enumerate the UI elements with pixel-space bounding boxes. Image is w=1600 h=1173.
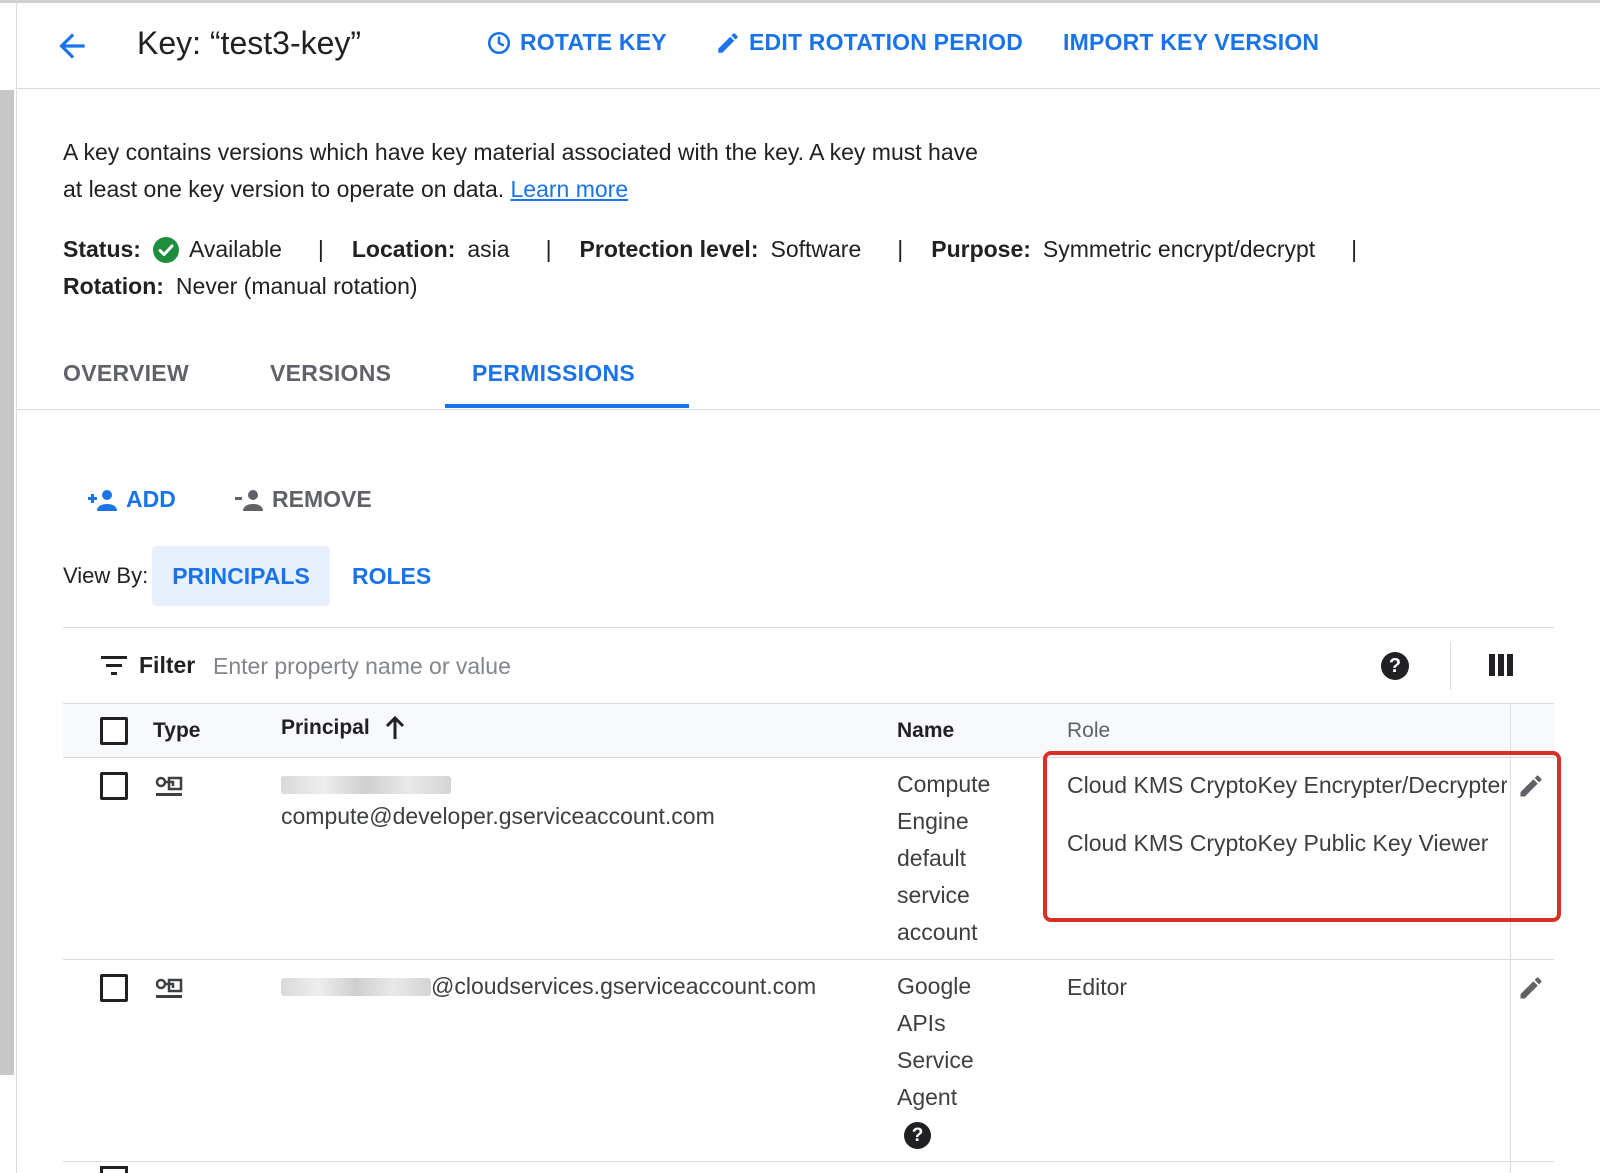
service-account-icon [155,978,183,998]
name-line: default [897,845,967,871]
principal-header-label: Principal [281,716,370,739]
filter-icon[interactable] [101,656,127,676]
separator: | [317,236,324,262]
rotate-key-label: ROTATE KEY [520,29,667,55]
separator: | [897,236,904,262]
location-label: Location: [351,236,456,262]
principal-name: Google APIs Service Agent [897,968,1037,1116]
redacted-principal-id [281,977,431,996]
select-all-checkbox[interactable] [100,717,128,745]
status-label: Status: [63,236,141,262]
column-header-role[interactable]: Role [1067,719,1110,743]
help-icon[interactable]: ? [904,1122,931,1149]
column-display-icon[interactable] [1489,654,1513,676]
tab-versions[interactable]: VERSIONS [270,360,391,387]
left-edge-divider [16,0,17,1173]
purpose-label: Purpose: [931,236,1031,262]
toolbar-divider [1450,642,1451,690]
protection-level-label: Protection level: [579,236,759,262]
help-icon[interactable]: ? [1381,652,1409,680]
pencil-icon [718,32,738,53]
add-label: ADD [126,486,176,512]
column-header-name[interactable]: Name [897,719,954,743]
tab-overview[interactable]: OVERVIEW [63,360,189,387]
left-nav-scrollbar[interactable] [0,90,14,1075]
name-line: Agent [897,1084,958,1110]
name-line: account [897,919,978,945]
key-description: A key contains versions which have key m… [63,134,983,208]
remove-principal-button[interactable]: REMOVE [234,486,372,513]
filter-label: Filter [139,652,196,678]
view-by-label: View By: [63,563,149,588]
status-value: Available [188,236,282,262]
rotation-value: Never (manual rotation) [175,273,418,299]
rotation-metadata: Rotation: Never (manual rotation) [63,273,418,300]
rotation-label: Rotation: [63,273,164,299]
separator: | [1351,236,1358,262]
redacted-principal-id [281,776,451,794]
row-checkbox[interactable] [100,772,128,800]
name-line: APIs [897,1010,946,1036]
name-line: Engine [897,808,969,834]
principal-email: @cloudservices.gserviceaccount.com [431,973,817,999]
history-clock-icon [487,31,511,54]
rotate-key-button[interactable]: ROTATE KEY [486,29,667,56]
import-key-version-button[interactable]: IMPORT KEY VERSION [1063,29,1319,56]
sort-ascending-arrow-icon[interactable] [384,716,406,740]
add-principal-button[interactable]: ADD [86,486,176,513]
filter-bar: Filter ? [63,628,1554,704]
edit-rotation-period-button[interactable]: EDIT ROTATION PERIOD [715,29,1023,56]
page-header: Key: “test3-key” ROTATE KEY EDIT ROTATIO… [17,3,1600,89]
row-checkbox[interactable] [100,974,128,1002]
purpose-value: Symmetric encrypt/decrypt [1042,236,1316,262]
view-by-principals-button[interactable]: PRINCIPALS [152,546,330,606]
remove-label: REMOVE [272,486,372,512]
key-metadata: Status: Available | Location: asia | Pro… [63,236,1385,263]
location-value: asia [467,236,510,262]
back-arrow-icon[interactable] [53,27,91,65]
import-key-version-label: IMPORT KEY VERSION [1063,29,1320,55]
edit-pencil-icon[interactable] [1517,974,1545,1002]
separator: | [545,236,552,262]
table-header-row: Type Principal Name Role [63,704,1554,758]
row-checkbox[interactable] [100,1166,128,1173]
tab-permissions[interactable]: PERMISSIONS [472,360,635,387]
filter-input[interactable] [213,646,1213,686]
service-account-icon [155,776,183,796]
active-tab-indicator [445,404,689,408]
role-entry: Editor [1067,974,1128,1000]
name-line: Compute [897,771,991,797]
check-circle-icon [152,236,179,263]
roles-highlight-box [1043,751,1561,922]
name-line: Google [897,973,972,999]
protection-level-value: Software [770,236,862,262]
column-header-principal[interactable]: Principal [281,716,406,740]
name-line: service [897,882,970,908]
remove-person-icon [235,489,263,511]
name-line: Service [897,1047,974,1073]
add-person-icon [88,489,117,511]
principal-name: Compute Engine default service account [897,766,1037,951]
learn-more-link[interactable]: Learn more [511,176,629,202]
edit-rotation-period-label: EDIT ROTATION PERIOD [749,29,1024,55]
tab-bar: OVERVIEW VERSIONS PERMISSIONS [17,346,1600,410]
view-by-roles-button[interactable]: ROLES [352,563,431,590]
principal-cell: @cloudservices.gserviceaccount.com [281,968,816,1005]
column-header-type[interactable]: Type [153,719,200,743]
principal-email: compute@developer.gserviceaccount.com [281,803,715,829]
page-title: Key: “test3-key” [137,25,362,61]
table-row: @cloudservices.gserviceaccount.com Googl… [63,960,1554,1162]
